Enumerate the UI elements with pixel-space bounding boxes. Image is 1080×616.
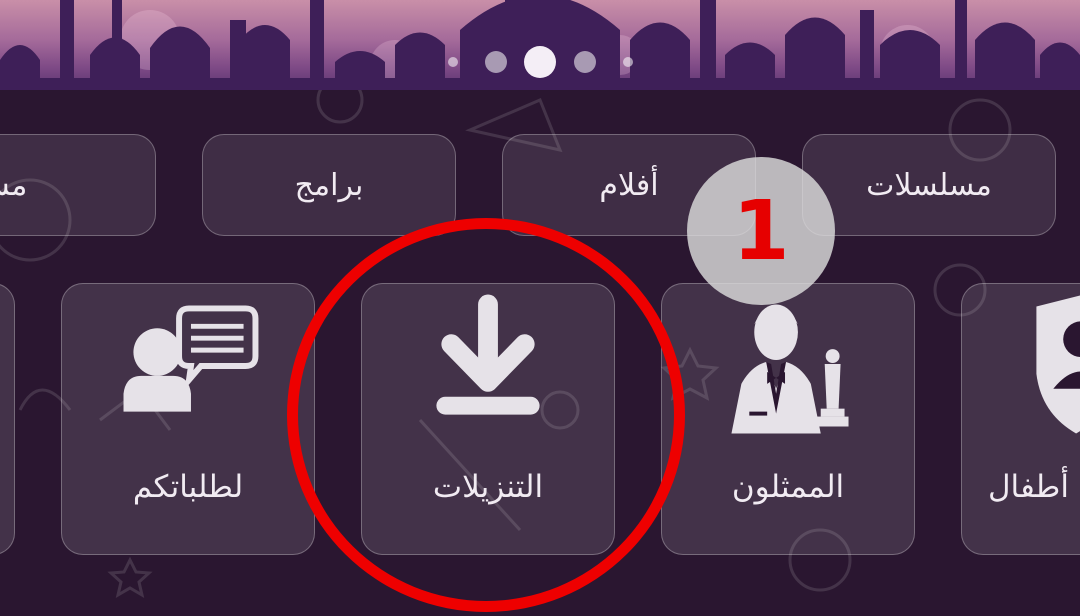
carousel-dot[interactable] <box>574 51 596 73</box>
carousel-indicator <box>0 44 1080 80</box>
tile-partial[interactable] <box>0 283 15 555</box>
user-speech-bubble-icon <box>62 294 314 434</box>
highlight-circle <box>287 218 685 612</box>
category-programs-button[interactable]: برامج <box>202 134 456 236</box>
actor-oscar-icon <box>662 294 914 434</box>
step-number: 1 <box>732 183 790 279</box>
carousel-dot-active[interactable] <box>524 46 556 78</box>
tile-label: لطلباتكم <box>132 469 244 505</box>
tile-label: الممثلون <box>731 469 845 505</box>
category-label: أفلام <box>599 167 659 203</box>
tile-kids[interactable]: أطفال <box>961 283 1080 555</box>
tile-actors[interactable]: الممثلون <box>661 283 915 555</box>
hero-banner[interactable] <box>0 0 1080 90</box>
carousel-dot[interactable] <box>485 51 507 73</box>
category-label: مسلسلات <box>866 167 992 203</box>
step-number-badge: 1 <box>687 157 835 305</box>
carousel-dot[interactable] <box>623 57 633 67</box>
category-plays-button[interactable]: مسرحيات <box>0 134 156 236</box>
category-label: مسرحيات <box>0 167 28 203</box>
carousel-dot[interactable] <box>448 57 458 67</box>
category-label: برامج <box>294 167 364 203</box>
kids-shield-icon <box>962 294 1080 434</box>
category-series-button[interactable]: مسلسلات <box>802 134 1056 236</box>
tile-label: أطفال <box>988 469 1069 505</box>
tile-requests[interactable]: لطلباتكم <box>61 283 315 555</box>
